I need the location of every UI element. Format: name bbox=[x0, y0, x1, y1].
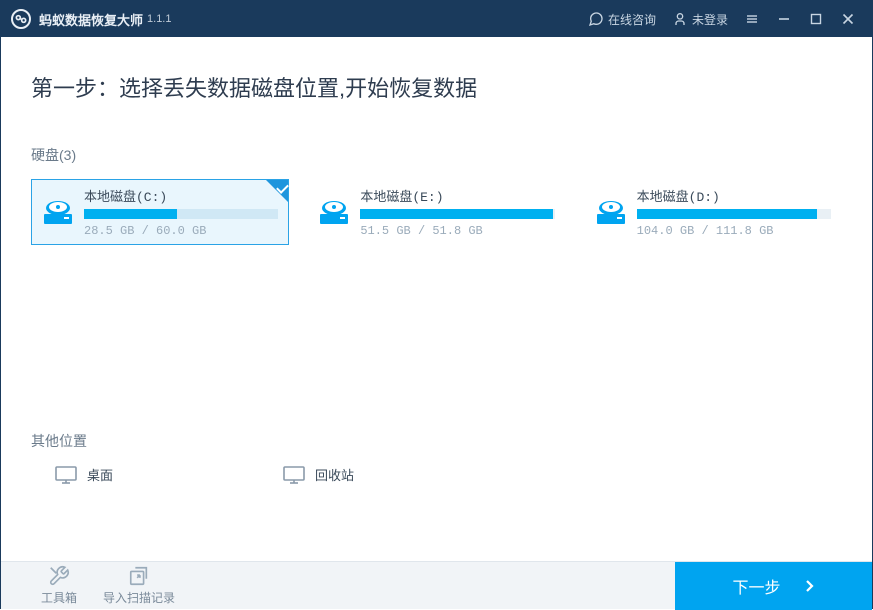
login-label: 未登录 bbox=[692, 11, 728, 28]
titlebar: 蚂蚁数据恢复大师 1.1.1 在线咨询 未登录 bbox=[1, 1, 872, 37]
disk-card[interactable]: 本地磁盘(D:) 104.0 GB / 111.8 GB bbox=[584, 179, 842, 245]
minimize-icon bbox=[778, 13, 790, 25]
import-icon bbox=[127, 565, 151, 587]
chat-icon bbox=[588, 11, 604, 27]
menu-button[interactable] bbox=[736, 1, 768, 37]
other-location-label: 回收站 bbox=[315, 465, 354, 484]
user-icon bbox=[672, 11, 688, 27]
maximize-button[interactable] bbox=[800, 1, 832, 37]
toolbox-icon bbox=[47, 565, 71, 587]
disk-name: 本地磁盘(D:) bbox=[637, 186, 831, 205]
close-icon bbox=[842, 13, 854, 25]
other-locations-row: 桌面 回收站 bbox=[31, 465, 842, 484]
app-name: 蚂蚁数据恢复大师 bbox=[39, 10, 143, 29]
next-button[interactable]: 下一步 bbox=[675, 562, 872, 610]
hard-drive-icon bbox=[42, 198, 74, 226]
maximize-icon bbox=[810, 13, 822, 25]
disk-section-label: 硬盘(3) bbox=[31, 145, 842, 165]
disk-name: 本地磁盘(E:) bbox=[360, 186, 554, 205]
toolbox-label: 工具箱 bbox=[41, 589, 77, 606]
import-scan-label: 导入扫描记录 bbox=[103, 589, 175, 606]
app-logo-icon bbox=[11, 9, 31, 29]
monitor-icon bbox=[283, 466, 305, 484]
disk-usage-bar bbox=[637, 209, 831, 219]
chevron-right-icon bbox=[805, 579, 815, 593]
minimize-button[interactable] bbox=[768, 1, 800, 37]
next-label: 下一步 bbox=[732, 574, 780, 598]
disk-usage-bar bbox=[84, 209, 278, 219]
other-location-label: 桌面 bbox=[87, 465, 113, 484]
other-location-item[interactable]: 回收站 bbox=[283, 465, 354, 484]
disk-name: 本地磁盘(C:) bbox=[84, 186, 278, 205]
login-button[interactable]: 未登录 bbox=[664, 1, 736, 37]
other-section-label: 其他位置 bbox=[31, 431, 842, 451]
other-location-item[interactable]: 桌面 bbox=[55, 465, 113, 484]
disk-grid: 本地磁盘(C:) 28.5 GB / 60.0 GB 本地磁盘(E:) 51.5… bbox=[31, 179, 842, 245]
close-button[interactable] bbox=[832, 1, 864, 37]
footer: 工具箱 导入扫描记录 下一步 bbox=[1, 561, 872, 609]
online-consult-button[interactable]: 在线咨询 bbox=[580, 1, 664, 37]
disk-card[interactable]: 本地磁盘(E:) 51.5 GB / 51.8 GB bbox=[307, 179, 565, 245]
toolbox-button[interactable]: 工具箱 bbox=[19, 565, 99, 606]
menu-icon bbox=[746, 13, 758, 25]
step-title: 第一步：选择丢失数据磁盘位置,开始恢复数据 bbox=[31, 71, 842, 103]
monitor-icon bbox=[55, 466, 77, 484]
app-version: 1.1.1 bbox=[147, 13, 171, 25]
hard-drive-icon bbox=[318, 198, 350, 226]
main-content: 第一步：选择丢失数据磁盘位置,开始恢复数据 硬盘(3) 本地磁盘(C:) 28.… bbox=[1, 37, 872, 561]
import-scan-button[interactable]: 导入扫描记录 bbox=[99, 565, 179, 606]
disk-size: 51.5 GB / 51.8 GB bbox=[360, 224, 554, 238]
hard-drive-icon bbox=[595, 198, 627, 226]
disk-usage-bar bbox=[360, 209, 554, 219]
disk-size: 28.5 GB / 60.0 GB bbox=[84, 224, 278, 238]
selected-check-icon bbox=[266, 180, 288, 202]
disk-card[interactable]: 本地磁盘(C:) 28.5 GB / 60.0 GB bbox=[31, 179, 289, 245]
consult-label: 在线咨询 bbox=[608, 11, 656, 28]
disk-size: 104.0 GB / 111.8 GB bbox=[637, 224, 831, 238]
